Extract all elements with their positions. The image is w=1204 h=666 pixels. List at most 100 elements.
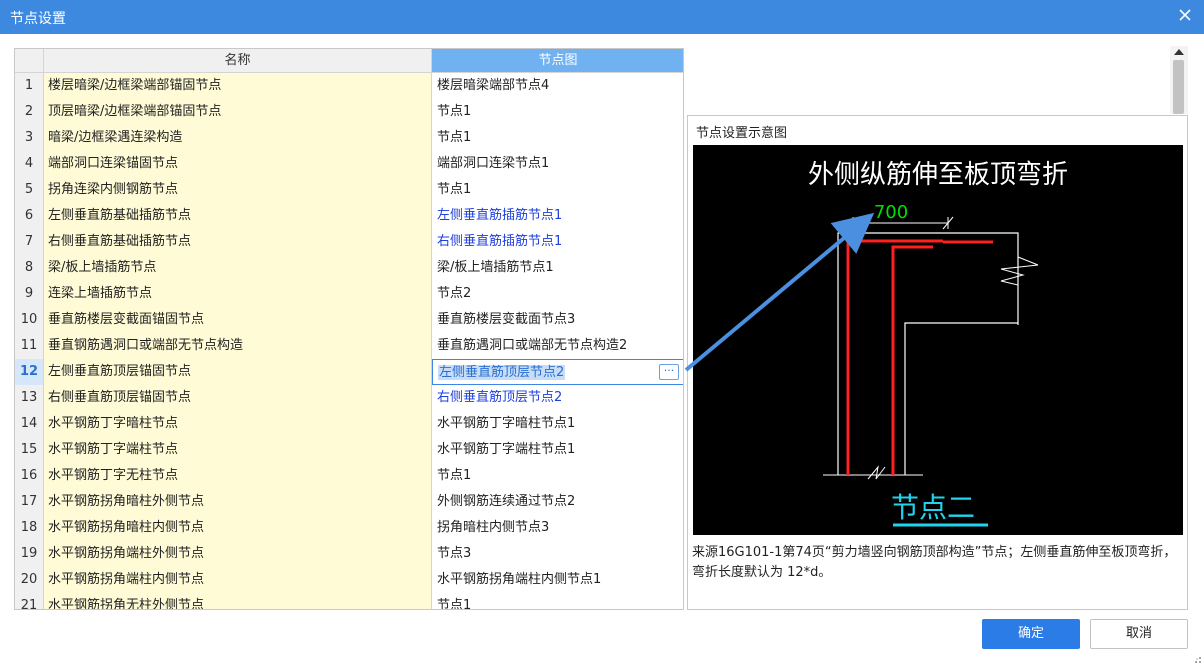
scroll-up-icon[interactable] <box>1174 49 1184 55</box>
node-name-cell[interactable]: 垂直钢筋遇洞口或端部无节点构造 <box>44 333 432 359</box>
node-diagram-cell[interactable]: 左侧垂直筋顶层节点2 ··· <box>432 359 683 385</box>
node-name-cell[interactable]: 水平钢筋丁字暗柱节点 <box>44 411 432 437</box>
node-diagram-cell[interactable]: 楼层暗梁端部节点4 <box>432 73 683 99</box>
node-diagram-cell[interactable]: 右侧垂直筋顶层节点2 <box>432 385 683 411</box>
node-diagram-cell[interactable]: 水平钢筋拐角端柱内侧节点1 <box>432 567 683 593</box>
row-number: 20 <box>15 567 44 593</box>
table-row[interactable]: 8 梁/板上墙插筋节点 梁/板上墙插筋节点1 <box>15 255 683 281</box>
break-symbol-right <box>1000 256 1039 286</box>
node-name-cell[interactable]: 水平钢筋丁字端柱节点 <box>44 437 432 463</box>
ok-button[interactable]: 确定 <box>982 619 1080 649</box>
node-name-cell[interactable]: 水平钢筋拐角端柱外侧节点 <box>44 541 432 567</box>
node-diagram-cell[interactable]: 水平钢筋丁字暗柱节点1 <box>432 411 683 437</box>
node-name-cell[interactable]: 右侧垂直筋顶层锚固节点 <box>44 385 432 411</box>
table-row[interactable]: 4 端部洞口连梁锚固节点 端部洞口连梁节点1 <box>15 151 683 177</box>
row-number: 10 <box>15 307 44 333</box>
row-number: 6 <box>15 203 44 229</box>
grid-header: 名称 节点图 <box>15 49 683 73</box>
row-number: 11 <box>15 333 44 359</box>
scrollbar-thumb[interactable] <box>1173 60 1184 114</box>
table-row[interactable]: 2 顶层暗梁/边框梁端部锚固节点 节点1 <box>15 99 683 125</box>
node-diagram-cell[interactable]: 节点2 <box>432 281 683 307</box>
node-name-cell[interactable]: 水平钢筋拐角暗柱外侧节点 <box>44 489 432 515</box>
preview-title: 节点设置示意图 <box>696 126 788 141</box>
node-name-cell[interactable]: 楼层暗梁/边框梁端部锚固节点 <box>44 73 432 99</box>
table-row[interactable]: 7 右侧垂直筋基础插筋节点 右侧垂直筋插筋节点1 <box>15 229 683 255</box>
table-row[interactable]: 14 水平钢筋丁字暗柱节点 水平钢筋丁字暗柱节点1 <box>15 411 683 437</box>
node-diagram-cell[interactable]: 梁/板上墙插筋节点1 <box>432 255 683 281</box>
node-name-cell[interactable]: 垂直筋楼层变截面锚固节点 <box>44 307 432 333</box>
table-row[interactable]: 13 右侧垂直筋顶层锚固节点 右侧垂直筋顶层节点2 <box>15 385 683 411</box>
table-row[interactable]: 6 左侧垂直筋基础插筋节点 左侧垂直筋插筋节点1 <box>15 203 683 229</box>
node-name-cell[interactable]: 顶层暗梁/边框梁端部锚固节点 <box>44 99 432 125</box>
preview-panel: 节点设置示意图 外侧纵筋伸至板顶弯折 700 节点二 来源16G101-1第74… <box>687 115 1188 610</box>
node-diagram-cell[interactable]: 节点1 <box>432 99 683 125</box>
node-diagram-cell[interactable]: 水平钢筋丁字端柱节点1 <box>432 437 683 463</box>
node-diagram-cell[interactable]: 垂直筋遇洞口或端部无节点构造2 <box>432 333 683 359</box>
vertical-scrollbar[interactable] <box>1170 46 1188 114</box>
node-name-cell[interactable]: 左侧垂直筋顶层锚固节点 <box>44 359 432 385</box>
node-diagram-cell[interactable]: 拐角暗柱内侧节点3 <box>432 515 683 541</box>
node-diagram-cell[interactable]: 端部洞口连梁节点1 <box>432 151 683 177</box>
title-bar: 节点设置 <box>0 0 1204 34</box>
table-row[interactable]: 1 楼层暗梁/边框梁端部锚固节点 楼层暗梁端部节点4 <box>15 73 683 99</box>
table-row[interactable]: 21 水平钢筋拐角无柱外侧节点 节点1 <box>15 593 683 609</box>
node-name-cell[interactable]: 水平钢筋拐角无柱外侧节点 <box>44 593 432 609</box>
table-row[interactable]: 5 拐角连梁内侧钢筋节点 节点1 <box>15 177 683 203</box>
table-row[interactable]: 11 垂直钢筋遇洞口或端部无节点构造 垂直筋遇洞口或端部无节点构造2 <box>15 333 683 359</box>
node-name-cell[interactable]: 水平钢筋丁字无柱节点 <box>44 463 432 489</box>
ellipsis-icon[interactable]: ··· <box>659 364 679 380</box>
node-diagram-cell[interactable]: 垂直筋楼层变截面节点3 <box>432 307 683 333</box>
column-header-node[interactable]: 节点图 <box>432 49 683 73</box>
table-row[interactable]: 15 水平钢筋丁字端柱节点 水平钢筋丁字端柱节点1 <box>15 437 683 463</box>
wall-outline-right <box>904 322 1018 475</box>
node-name-cell[interactable]: 左侧垂直筋基础插筋节点 <box>44 203 432 229</box>
node-diagram-cell[interactable]: 右侧垂直筋插筋节点1 <box>432 229 683 255</box>
preview-description: 来源16G101-1第74页“剪力墙竖向钢筋顶部构造”节点；左侧垂直筋伸至板顶弯… <box>692 545 1177 580</box>
resize-grip-icon[interactable] <box>1192 654 1202 664</box>
table-row[interactable]: 19 水平钢筋拐角端柱外侧节点 节点3 <box>15 541 683 567</box>
node-name-cell[interactable]: 右侧垂直筋基础插筋节点 <box>44 229 432 255</box>
node-name-cell[interactable]: 连梁上墙插筋节点 <box>44 281 432 307</box>
node-diagram-cell[interactable]: 节点1 <box>432 177 683 203</box>
node-name-cell[interactable]: 拐角连梁内侧钢筋节点 <box>44 177 432 203</box>
table-row[interactable]: 3 暗梁/边框梁遇连梁构造 节点1 <box>15 125 683 151</box>
node-name-cell[interactable]: 暗梁/边框梁遇连梁构造 <box>44 125 432 151</box>
node-diagram-cell[interactable]: 节点3 <box>432 541 683 567</box>
row-number: 21 <box>15 593 44 609</box>
table-row[interactable]: 20 水平钢筋拐角端柱内侧节点 水平钢筋拐角端柱内侧节点1 <box>15 567 683 593</box>
dimension-label: 700 <box>874 202 908 223</box>
row-number: 9 <box>15 281 44 307</box>
node-diagram-value[interactable]: 左侧垂直筋顶层节点2 <box>438 365 566 380</box>
row-number: 4 <box>15 151 44 177</box>
table-row[interactable]: 18 水平钢筋拐角暗柱内侧节点 拐角暗柱内侧节点3 <box>15 515 683 541</box>
table-row[interactable]: 17 水平钢筋拐角暗柱外侧节点 外侧钢筋连续通过节点2 <box>15 489 683 515</box>
row-number: 12 <box>15 359 44 385</box>
node-name-cell[interactable]: 梁/板上墙插筋节点 <box>44 255 432 281</box>
node-name-cell[interactable]: 水平钢筋拐角暗柱内侧节点 <box>44 515 432 541</box>
inner-rebar <box>891 245 933 475</box>
row-number: 17 <box>15 489 44 515</box>
node-diagram-cell[interactable]: 外侧钢筋连续通过节点2 <box>432 489 683 515</box>
node-name-cell[interactable]: 端部洞口连梁锚固节点 <box>44 151 432 177</box>
row-number: 14 <box>15 411 44 437</box>
close-icon[interactable] <box>1176 6 1194 24</box>
node-label: 节点二 <box>891 491 975 524</box>
row-number: 16 <box>15 463 44 489</box>
table-row[interactable]: 9 连梁上墙插筋节点 节点2 <box>15 281 683 307</box>
row-number: 5 <box>15 177 44 203</box>
row-number: 2 <box>15 99 44 125</box>
table-row[interactable]: 10 垂直筋楼层变截面锚固节点 垂直筋楼层变截面节点3 <box>15 307 683 333</box>
node-diagram-svg: 外侧纵筋伸至板顶弯折 700 节点二 <box>808 160 1068 527</box>
node-name-cell[interactable]: 水平钢筋拐角端柱内侧节点 <box>44 567 432 593</box>
cancel-button[interactable]: 取消 <box>1090 619 1188 649</box>
node-diagram-cell[interactable]: 节点1 <box>432 125 683 151</box>
table-row[interactable]: 12 左侧垂直筋顶层锚固节点 左侧垂直筋顶层节点2 ··· <box>15 359 683 385</box>
node-diagram-cell[interactable]: 节点1 <box>432 463 683 489</box>
node-settings-grid: 名称 节点图 1 楼层暗梁/边框梁端部锚固节点 楼层暗梁端部节点4 2 顶层暗梁/边框梁… <box>14 48 684 610</box>
outer-rebar <box>846 239 943 475</box>
node-diagram-cell[interactable]: 节点1 <box>432 593 683 609</box>
column-header-name[interactable]: 名称 <box>44 49 432 73</box>
table-row[interactable]: 16 水平钢筋丁字无柱节点 节点1 <box>15 463 683 489</box>
node-diagram-cell[interactable]: 左侧垂直筋插筋节点1 <box>432 203 683 229</box>
